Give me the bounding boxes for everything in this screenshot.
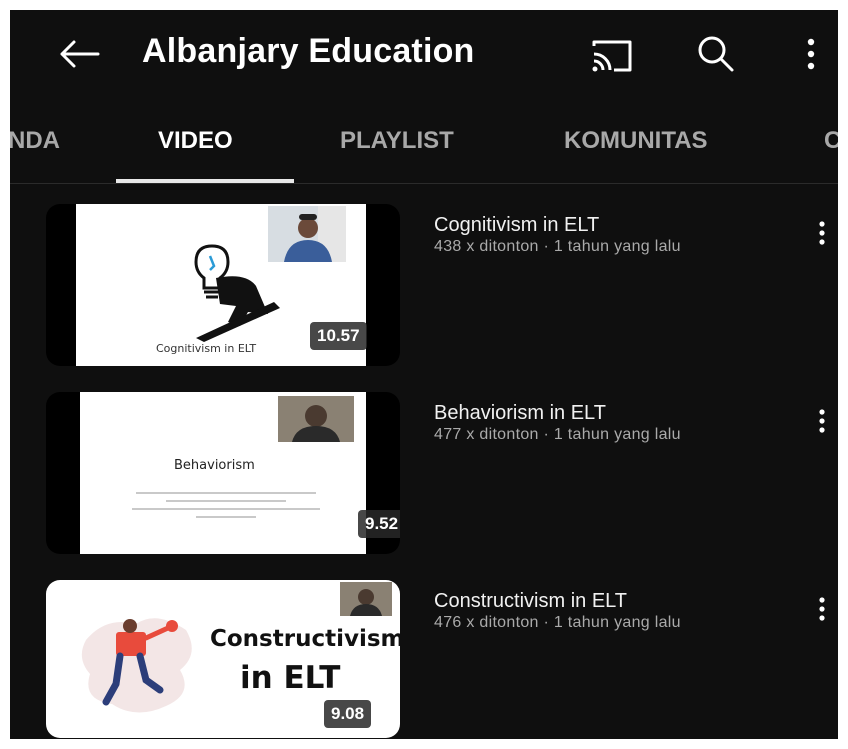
video-thumbnail[interactable]: Behaviorism 9.52 (46, 392, 400, 554)
duration-badge: 9.08 (324, 700, 372, 728)
video-title[interactable]: Constructivism in ELT (434, 590, 627, 613)
constructivism-illustration (81, 618, 192, 713)
video-more-icon[interactable] (810, 592, 834, 632)
video-more-icon[interactable] (810, 216, 834, 256)
tab-beranda[interactable]: NDA (10, 127, 60, 155)
channel-title: Albanjary Education (142, 32, 475, 70)
tab-video[interactable]: VIDEO (158, 127, 233, 155)
lightbulb-illustration (194, 244, 280, 342)
thumbnail-caption: Behaviorism (174, 458, 255, 473)
video-item-constructivism[interactable]: Constructivism in ELT 9.08 Constructivis… (10, 580, 838, 739)
presenter-webcam (278, 396, 354, 442)
video-title[interactable]: Cognitivism in ELT (434, 214, 599, 237)
video-title[interactable]: Behaviorism in ELT (434, 402, 606, 425)
thumbnail-caption-line1: Constructivism (210, 626, 400, 652)
video-thumbnail[interactable]: Constructivism in ELT 9.08 (46, 580, 400, 738)
cast-icon[interactable] (588, 36, 636, 76)
youtube-channel-screen: Albanjary Education NDA VIDEO PLAYLIST K… (10, 10, 838, 739)
search-icon[interactable] (692, 32, 740, 76)
tab-channel[interactable]: C (824, 127, 838, 155)
channel-tabs: NDA VIDEO PLAYLIST KOMUNITAS C (10, 105, 838, 184)
video-item-behaviorism[interactable]: Behaviorism 9.52 Behaviorism in ELT 477 … (10, 392, 838, 572)
top-app-bar: Albanjary Education (10, 10, 838, 102)
video-meta: 438 x ditonton · 1 tahun yang lalu (434, 238, 681, 255)
video-item-cognitivism[interactable]: Cognitivism in ELT 10.57 Cognitivism in … (10, 204, 838, 384)
thumbnail-caption-line2: in ELT (240, 660, 341, 696)
tab-playlist[interactable]: PLAYLIST (340, 127, 454, 155)
slide-body-text (132, 492, 320, 518)
video-more-icon[interactable] (810, 404, 834, 444)
thumbnail-caption: Cognitivism in ELT (156, 342, 257, 355)
duration-badge: 10.57 (310, 322, 367, 350)
active-tab-indicator (116, 179, 294, 183)
video-thumbnail[interactable]: Cognitivism in ELT 10.57 (46, 204, 400, 366)
tab-komunitas[interactable]: KOMUNITAS (564, 127, 708, 155)
more-vert-icon[interactable] (796, 32, 826, 76)
video-meta: 477 x ditonton · 1 tahun yang lalu (434, 426, 681, 443)
presenter-webcam (340, 582, 392, 616)
video-meta: 476 x ditonton · 1 tahun yang lalu (434, 614, 681, 631)
back-arrow-icon[interactable] (54, 32, 102, 76)
duration-badge: 9.52 (358, 510, 400, 538)
